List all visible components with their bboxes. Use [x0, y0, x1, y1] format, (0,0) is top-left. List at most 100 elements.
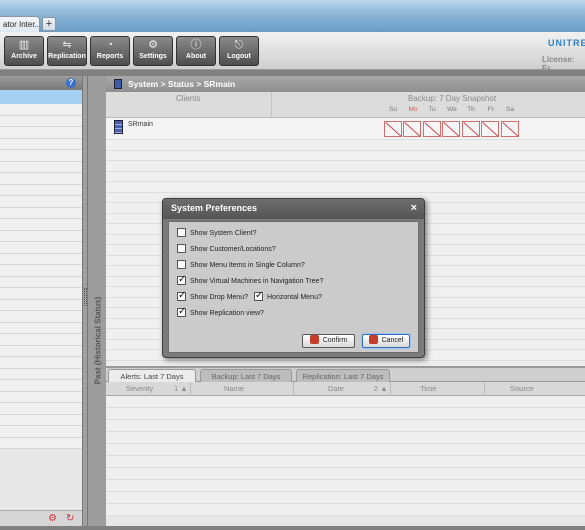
sidebar-row[interactable]	[0, 207, 82, 219]
backup-status-cell[interactable]	[403, 121, 421, 137]
table-row[interactable]	[106, 504, 585, 516]
logout-button[interactable]: ⎋ Logout	[219, 36, 259, 66]
table-row[interactable]	[106, 492, 585, 504]
browser-tab[interactable]: ator Inter...	[0, 16, 40, 32]
column-header-date[interactable]: Date	[328, 384, 344, 393]
archive-button[interactable]: ▥ Archive	[4, 36, 44, 66]
empty-row	[106, 182, 585, 193]
browser-tab-strip: ator Inter... +	[0, 0, 585, 32]
sort-indicator[interactable]: 2 ▲	[374, 384, 388, 393]
option-show-customer-locations[interactable]: Show Customer/Locations?	[177, 243, 276, 256]
backup-status-cell[interactable]	[501, 121, 519, 137]
table-row[interactable]	[106, 432, 585, 444]
sidebar-row[interactable]	[0, 426, 82, 438]
option-show-system-client[interactable]: Show System Client?	[177, 227, 257, 240]
backup-status-cell[interactable]	[462, 121, 480, 137]
option-show-virtual-machines[interactable]: Show Virtual Machines in Navigation Tree…	[177, 274, 323, 288]
day-label: Fr	[487, 106, 495, 113]
sidebar-row[interactable]	[0, 334, 82, 346]
historical-status-bar[interactable]: Past (Historical Status)	[88, 76, 106, 526]
confirm-button[interactable]: Confirm	[302, 334, 355, 348]
day-label: Su	[389, 106, 397, 113]
sidebar-row[interactable]	[0, 345, 82, 357]
table-row[interactable]	[106, 408, 585, 420]
about-button[interactable]: ⓘ About	[176, 36, 216, 66]
client-row[interactable]: SRmain	[106, 118, 585, 140]
checkbox[interactable]	[177, 306, 186, 317]
column-header-source[interactable]: Source	[510, 384, 534, 393]
table-row[interactable]	[106, 420, 585, 432]
backup-status-cell[interactable]	[384, 121, 402, 137]
option-show-drop-menu[interactable]: Show Drop Menu?	[177, 290, 248, 304]
column-header-severity[interactable]: Severity	[126, 384, 153, 393]
option-single-column-menu[interactable]: Show Menu Items in Single Column?	[177, 259, 305, 272]
backup-status-cell[interactable]	[481, 121, 499, 137]
sidebar-row[interactable]	[0, 311, 82, 323]
sidebar-row[interactable]	[0, 437, 82, 449]
sidebar-row[interactable]	[0, 391, 82, 403]
sidebar-row[interactable]	[0, 196, 82, 208]
gear-icon[interactable]: ⚙	[48, 513, 57, 524]
tab-backup[interactable]: Backup: Last 7 Days	[200, 369, 292, 382]
empty-row	[106, 140, 585, 151]
checkbox[interactable]	[177, 290, 186, 301]
sidebar-row[interactable]	[0, 230, 82, 242]
reports-button[interactable]: ◔ Reports	[90, 36, 130, 66]
tab-alerts[interactable]: Alerts: Last 7 Days	[108, 369, 196, 382]
sidebar-row[interactable]	[0, 138, 82, 150]
day-label: Mo	[408, 106, 418, 113]
sidebar-row[interactable]	[0, 288, 82, 300]
sidebar-row[interactable]	[0, 403, 82, 415]
replication-button[interactable]: ⇋ Replication	[47, 36, 87, 66]
sidebar-row[interactable]	[0, 219, 82, 231]
sidebar-row[interactable]	[0, 161, 82, 173]
refresh-icon[interactable]: ↻	[66, 513, 74, 524]
sidebar-row[interactable]	[0, 127, 82, 139]
help-icon[interactable]: ?	[66, 78, 76, 88]
sidebar-row[interactable]	[0, 322, 82, 334]
checkbox[interactable]	[177, 243, 186, 253]
backup-status-cell[interactable]	[442, 121, 460, 137]
table-row[interactable]	[106, 468, 585, 480]
sidebar-row[interactable]	[0, 104, 82, 116]
column-header-name[interactable]: Name	[224, 384, 244, 393]
table-row[interactable]	[106, 396, 585, 408]
sidebar-row[interactable]	[0, 253, 82, 265]
day-label: Th	[467, 106, 475, 113]
cancel-button[interactable]: Cancel	[362, 334, 410, 348]
sidebar-row[interactable]	[0, 380, 82, 392]
sidebar-row[interactable]	[0, 368, 82, 380]
sidebar-row[interactable]	[0, 173, 82, 185]
sidebar-row[interactable]	[0, 242, 82, 254]
backup-status-cell[interactable]	[423, 121, 441, 137]
sidebar-row[interactable]	[0, 150, 82, 162]
sidebar-row[interactable]	[0, 414, 82, 426]
column-header-time[interactable]: Time	[420, 384, 436, 393]
option-horizontal-menu[interactable]: Horizontal Menu?	[254, 290, 322, 304]
splitter-grip[interactable]	[84, 288, 87, 306]
about-icon: ⓘ	[190, 39, 202, 51]
sidebar-header: ?	[0, 76, 82, 90]
sidebar-row[interactable]	[0, 299, 82, 311]
sidebar-row[interactable]	[0, 184, 82, 196]
checkbox[interactable]	[177, 227, 186, 237]
option-show-replication-view[interactable]: Show Replication view?	[177, 306, 264, 320]
close-icon[interactable]: ×	[411, 202, 417, 214]
table-row[interactable]	[106, 480, 585, 492]
column-divider	[190, 382, 191, 396]
checkbox[interactable]	[177, 259, 186, 269]
checkbox[interactable]	[254, 290, 263, 301]
table-row[interactable]	[106, 456, 585, 468]
sidebar-row[interactable]	[0, 265, 82, 277]
table-row[interactable]	[106, 444, 585, 456]
settings-button[interactable]: ⚙ Settings	[133, 36, 173, 66]
sort-indicator[interactable]: 1 ▲	[174, 384, 188, 393]
sidebar-row[interactable]	[0, 357, 82, 369]
tab-replication[interactable]: Replication: Last 7 Days	[296, 369, 390, 382]
checkbox[interactable]	[177, 274, 186, 285]
client-name[interactable]: SRmain	[128, 121, 153, 128]
new-tab-button[interactable]: +	[42, 17, 56, 31]
sidebar-row[interactable]	[0, 115, 82, 127]
sidebar-selected-item[interactable]	[0, 90, 82, 104]
sidebar-row[interactable]	[0, 276, 82, 288]
